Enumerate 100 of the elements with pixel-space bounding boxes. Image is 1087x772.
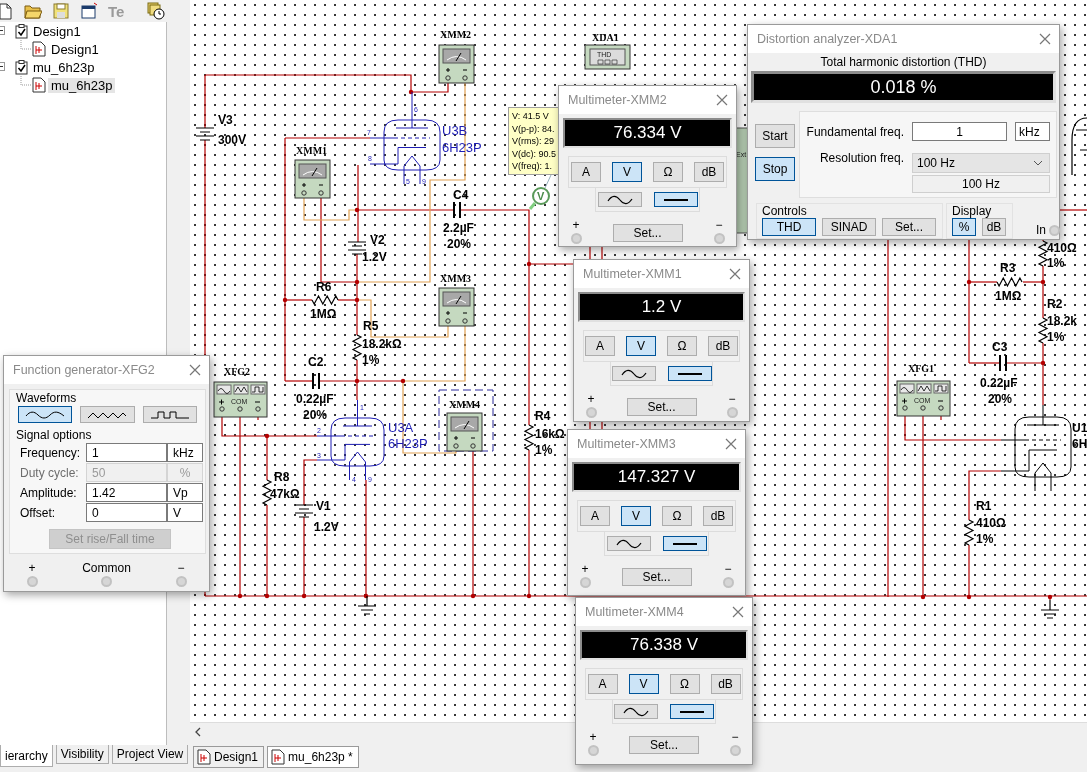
checkbox[interactable]	[15, 59, 28, 75]
control-button[interactable]: Set...	[882, 218, 936, 236]
sine-wave-icon	[605, 194, 634, 205]
junction-dot	[526, 261, 532, 267]
close-icon[interactable]	[716, 94, 728, 106]
mode-button[interactable]: A	[580, 506, 610, 526]
reading-display: 0.018 %	[751, 71, 1056, 103]
component-label: 18.2k	[1047, 314, 1078, 328]
input-field[interactable]: 0	[86, 503, 167, 522]
mode-button[interactable]: A	[585, 336, 615, 356]
waveform-button[interactable]	[18, 406, 73, 423]
document-tab[interactable]: Design1	[193, 746, 265, 768]
checkbox[interactable]	[15, 23, 28, 39]
junction-dot	[408, 89, 414, 95]
terminal-label: +	[587, 392, 595, 406]
close-icon[interactable]	[729, 268, 741, 280]
component-label: 1MΩ	[995, 289, 1022, 303]
window-icon[interactable]	[80, 2, 98, 20]
resistor-symbol	[963, 519, 975, 546]
set-button[interactable]: Set...	[612, 224, 683, 242]
unit-field: %	[167, 463, 203, 482]
close-icon[interactable]	[725, 438, 737, 450]
coupling-button[interactable]	[606, 536, 651, 551]
coupling-button[interactable]	[667, 366, 712, 381]
dropdown[interactable]: 100 Hz	[912, 152, 1050, 173]
new-document-icon[interactable]	[0, 2, 14, 20]
input-field[interactable]: 1.42	[86, 483, 167, 502]
mode-button[interactable]: Ω	[667, 336, 697, 356]
junction-dot	[354, 207, 360, 213]
set-button[interactable]: Set...	[629, 736, 699, 754]
panel-tab[interactable]: ierarchy	[0, 745, 53, 767]
input-field[interactable]: 1	[86, 443, 167, 462]
close-icon[interactable]	[189, 364, 201, 376]
mode-button[interactable]: V	[628, 674, 659, 694]
capacitor-symbol	[999, 354, 1007, 372]
waveform-button[interactable]	[80, 406, 135, 423]
scroll-left-icon[interactable]	[194, 727, 202, 737]
tree-item[interactable]: Design1	[48, 41, 102, 57]
close-icon[interactable]	[1039, 33, 1051, 45]
component-label: 6H	[1072, 437, 1087, 451]
set-button[interactable]: Set...	[621, 568, 692, 586]
wire	[1059, 209, 1087, 211]
folder-icon[interactable]	[24, 2, 42, 20]
display-mode-button[interactable]: dB	[982, 218, 1006, 236]
mode-button[interactable]: V	[626, 336, 656, 356]
component-label: 410Ω	[976, 516, 1006, 530]
tooltip-line: V(rms): 29	[512, 135, 554, 148]
component-label: 2.2µF	[443, 221, 474, 235]
group-label: Controls	[762, 204, 808, 218]
tree-item[interactable]: Design1	[30, 23, 84, 39]
coupling-button[interactable]	[670, 704, 714, 719]
instrument-label: XMM1	[296, 145, 328, 156]
start-button[interactable]: Start	[755, 124, 795, 148]
coupling-button[interactable]	[653, 192, 698, 207]
close-icon[interactable]	[732, 606, 744, 618]
panel-tab[interactable]: Visibility	[55, 745, 109, 764]
mode-button[interactable]: dB	[694, 162, 724, 182]
junction-dot	[301, 593, 307, 599]
panel-tab[interactable]: Project View	[111, 745, 189, 764]
field-label: Offset:	[20, 504, 57, 522]
terminal-label: −	[715, 218, 723, 232]
mode-button[interactable]: dB	[708, 336, 738, 356]
instrument-label: XFG2	[224, 366, 251, 377]
component-label: 20%	[988, 392, 1013, 406]
coupling-button[interactable]	[662, 536, 707, 551]
field-label: Frequency:	[20, 444, 82, 462]
mode-button[interactable]: A	[587, 674, 618, 694]
mode-button[interactable]: V	[612, 162, 642, 182]
coupling-button[interactable]	[611, 366, 656, 381]
mode-button[interactable]: V	[621, 506, 651, 526]
instrument-label: XMM4	[449, 399, 481, 410]
multimeter-symbol	[446, 412, 483, 452]
mode-button[interactable]: dB	[710, 674, 741, 694]
ground-symbol	[1040, 599, 1060, 619]
junction-dot	[354, 297, 360, 303]
mode-button[interactable]: dB	[703, 506, 733, 526]
stop-button[interactable]: Stop	[755, 157, 795, 181]
component-label: U3A	[388, 420, 414, 435]
coupling-button[interactable]	[597, 192, 642, 207]
component-label: 1%	[976, 532, 994, 546]
mode-button[interactable]: Ω	[662, 506, 692, 526]
save-icon[interactable]	[52, 2, 70, 20]
junction-dot	[966, 279, 972, 285]
tree-item[interactable]: mu_6h23p	[48, 77, 116, 93]
control-button[interactable]: SINAD	[822, 218, 876, 236]
set-button[interactable]: Set...	[626, 398, 697, 416]
component-label: U3B	[442, 123, 468, 138]
mode-button[interactable]: Ω	[653, 162, 683, 182]
mode-button[interactable]: A	[571, 162, 601, 182]
tree-item[interactable]: mu_6h23p	[30, 59, 98, 75]
display-mode-button[interactable]: %	[952, 218, 976, 236]
junction-dot	[264, 593, 270, 599]
coupling-button[interactable]	[614, 704, 658, 719]
clock-icon[interactable]	[147, 2, 165, 20]
terminal-icon[interactable]	[1049, 224, 1060, 236]
input-field[interactable]: 1	[912, 122, 1007, 141]
resistor-symbol	[311, 294, 339, 306]
control-button[interactable]: THD	[762, 218, 816, 236]
mode-button[interactable]: Ω	[669, 674, 700, 694]
document-tab[interactable]: mu_6h23p *	[267, 746, 359, 768]
